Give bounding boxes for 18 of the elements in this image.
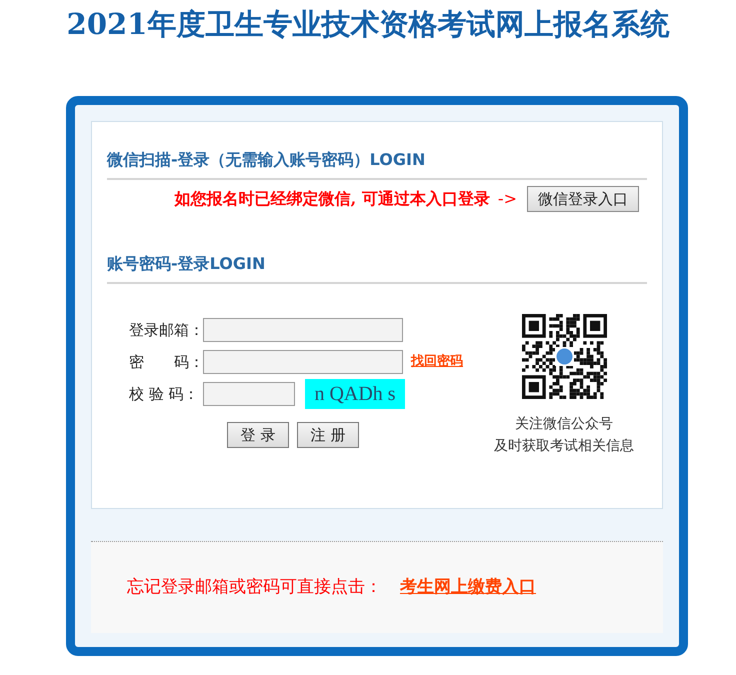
captcha-image[interactable]: n QADh s <box>305 379 405 409</box>
form-button[interactable]: 登 录 <box>227 422 289 448</box>
field-label: 登录邮箱： <box>128 320 203 341</box>
field-label: 校 验 码： <box>128 384 200 405</box>
wechat-notice: 如您报名时已经绑定微信, 可通过本入口登录 <box>174 188 490 210</box>
footer-text: 忘记登录邮箱或密码可直接点击： <box>127 576 382 599</box>
section-heading: 微信扫描-登录（无需输入账号密码）LOGIN <box>107 148 647 180</box>
wechat-login-button[interactable]: 微信登录入口 <box>527 186 639 212</box>
form-button[interactable]: 注 册 <box>297 422 359 448</box>
input-field[interactable] <box>203 318 403 342</box>
input-field[interactable] <box>203 350 403 374</box>
section-heading: 账号密码-登录LOGIN <box>107 252 647 284</box>
field-label: 密 码： <box>128 352 203 373</box>
page-title: 2021年度卫生专业技术资格考试网上报名系统 <box>66 6 670 43</box>
qr-caption: 关注微信公众号 <box>515 415 614 434</box>
qr-caption: 及时获取考试相关信息 <box>494 437 634 456</box>
input-field[interactable] <box>203 382 295 406</box>
arrow-text: -> <box>498 188 517 210</box>
